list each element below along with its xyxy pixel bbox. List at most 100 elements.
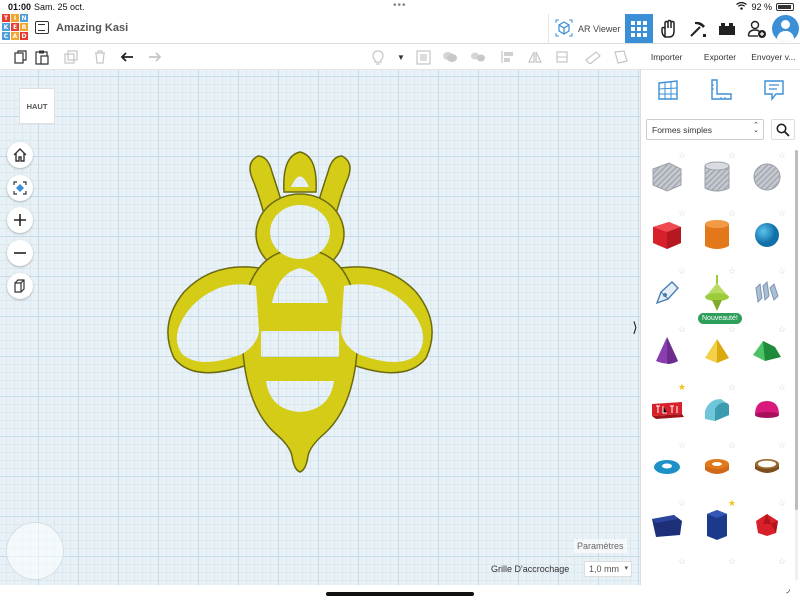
favorite-star-icon[interactable]: ☆ — [778, 382, 786, 393]
favorite-star-icon[interactable]: ☆ — [728, 556, 736, 567]
text-3d-shape[interactable]: ☆ — [742, 264, 792, 322]
redo-icon[interactable] — [146, 48, 164, 66]
hole-icon[interactable] — [414, 48, 432, 66]
view-cube[interactable]: HAUT — [19, 88, 55, 124]
cylinder-shape[interactable]: ☆ — [692, 206, 742, 264]
paraboloid-shape-partial[interactable]: ☆ — [742, 554, 792, 585]
export-button[interactable]: Exporter — [693, 52, 746, 62]
torus-shape[interactable]: ☆ — [642, 438, 692, 496]
ar-viewer-label: AR Viewer — [578, 23, 621, 34]
mirror-icon[interactable] — [526, 48, 544, 66]
notes-icon[interactable] — [762, 78, 786, 107]
delete-icon[interactable] — [91, 48, 109, 66]
status-bar: 01:00 Sam. 25 oct. ••• 92 % — [0, 0, 800, 14]
favorite-star-icon[interactable]: ☆ — [728, 266, 736, 277]
new-badge: Nouveauté! — [698, 313, 742, 324]
favorite-star-icon[interactable]: ☆ — [778, 150, 786, 161]
cone-shape[interactable]: ☆ — [642, 322, 692, 380]
paste-icon[interactable] — [33, 48, 51, 66]
parameters-button[interactable]: Paramètres — [574, 539, 627, 553]
light-dropdown-icon[interactable]: ▼ — [392, 48, 410, 66]
half-sphere-shape[interactable]: ☆ — [742, 380, 792, 438]
light-icon[interactable] — [369, 48, 387, 66]
favorite-star-icon[interactable]: ☆ — [778, 266, 786, 277]
bee-model[interactable] — [160, 148, 440, 478]
favorite-star-icon[interactable]: ☆ — [728, 208, 736, 219]
design-list-icon[interactable] — [35, 21, 49, 34]
3d-design-view-button[interactable] — [625, 14, 653, 43]
design-title[interactable]: Amazing Kasi — [56, 22, 128, 34]
align-icon[interactable] — [499, 48, 517, 66]
send-button[interactable]: Envoyer v... — [747, 52, 800, 62]
favorite-star-icon[interactable]: ☆ — [728, 382, 736, 393]
tube-shape[interactable]: ☆ — [692, 438, 742, 496]
pyramid-shape[interactable]: ☆ — [692, 322, 742, 380]
shape-list-scrollbar[interactable] — [795, 150, 798, 580]
text-shape[interactable]: ★ — [642, 380, 692, 438]
box-hole-shape[interactable]: ☆ — [642, 148, 692, 206]
user-avatar[interactable] — [772, 15, 799, 42]
wedge-shape[interactable]: ☆ — [642, 496, 692, 554]
favorite-star-icon[interactable]: ☆ — [778, 324, 786, 335]
ring-shape[interactable]: ☆ — [742, 438, 792, 496]
favorite-star-icon[interactable]: ☆ — [678, 498, 686, 509]
favorite-star-icon[interactable]: ☆ — [678, 440, 686, 451]
box-shape[interactable]: ☆ — [642, 206, 692, 264]
icosahedron-shape[interactable]: ☆ — [742, 496, 792, 554]
home-view-button[interactable] — [7, 142, 33, 168]
add-user-icon[interactable] — [746, 18, 768, 40]
undo-icon[interactable] — [118, 48, 136, 66]
favorite-star-icon[interactable]: ☆ — [778, 498, 786, 509]
lego-brick-icon[interactable] — [716, 18, 738, 40]
group-icon[interactable] — [441, 48, 459, 66]
import-button[interactable]: Importer — [640, 52, 693, 62]
sphere-shape[interactable]: ☆ — [742, 206, 792, 264]
orbit-joystick[interactable] — [6, 522, 64, 580]
fit-view-button[interactable] — [7, 175, 33, 201]
home-indicator[interactable] — [326, 592, 474, 596]
multitask-dots-icon[interactable]: ••• — [393, 0, 407, 11]
favorite-star-icon[interactable]: ☆ — [778, 556, 786, 567]
note-icon[interactable] — [612, 48, 630, 66]
favorite-star-icon[interactable]: ☆ — [728, 440, 736, 451]
round-roof-shape[interactable]: ☆ — [692, 380, 742, 438]
ruler-icon[interactable] — [584, 48, 602, 66]
status-time: 01:00 — [8, 2, 32, 12]
search-icon — [776, 123, 790, 137]
search-button[interactable] — [771, 119, 795, 140]
ortho-cube-icon — [14, 279, 25, 293]
perspective-button[interactable] — [7, 273, 33, 299]
favorite-star-icon[interactable]: ☆ — [678, 556, 686, 567]
copy-icon[interactable] — [12, 48, 30, 66]
ruler-tool-icon[interactable] — [709, 78, 733, 107]
favorite-star-icon[interactable]: ☆ — [728, 150, 736, 161]
favorite-star-icon[interactable]: ☆ — [678, 150, 686, 161]
sphere-hole-shape[interactable]: ☆ — [742, 148, 792, 206]
polygon-shape[interactable]: ★ — [692, 496, 742, 554]
zoom-out-button[interactable] — [7, 240, 33, 266]
featured-star-icon[interactable]: ★ — [728, 498, 736, 509]
roof-shape[interactable]: ☆ — [742, 322, 792, 380]
tinkercad-logo[interactable]: T I N K E R C A D — [2, 14, 28, 41]
duplicate-icon[interactable] — [62, 48, 80, 66]
cruise-icon[interactable] — [553, 48, 571, 66]
blocks-hand-icon[interactable] — [658, 18, 680, 40]
featured-star-icon[interactable]: ★ — [678, 382, 686, 393]
favorite-star-icon[interactable]: ☆ — [728, 324, 736, 335]
snap-grid-select[interactable]: 1,0 mm — [584, 561, 632, 577]
favorite-star-icon[interactable]: ☆ — [678, 324, 686, 335]
favorite-star-icon[interactable]: ☆ — [678, 266, 686, 277]
ar-viewer-button[interactable]: AR Viewer — [548, 14, 622, 43]
zoom-in-button[interactable] — [7, 207, 33, 233]
favorite-star-icon[interactable]: ☆ — [678, 208, 686, 219]
scribble-shape[interactable]: ☆ — [642, 264, 692, 322]
favorite-star-icon[interactable]: ☆ — [778, 208, 786, 219]
cylinder-hole-shape[interactable]: ☆ — [692, 148, 742, 206]
heart-shape-partial[interactable]: ☆ — [692, 554, 742, 585]
favorite-star-icon[interactable]: ☆ — [778, 440, 786, 451]
workplane-grid-icon[interactable] — [656, 78, 680, 107]
pickaxe-icon[interactable] — [687, 18, 709, 40]
shape-category-select[interactable]: Formes simples — [646, 119, 764, 140]
ungroup-icon[interactable] — [469, 48, 487, 66]
star-shape-partial[interactable]: ☆ — [642, 554, 692, 585]
